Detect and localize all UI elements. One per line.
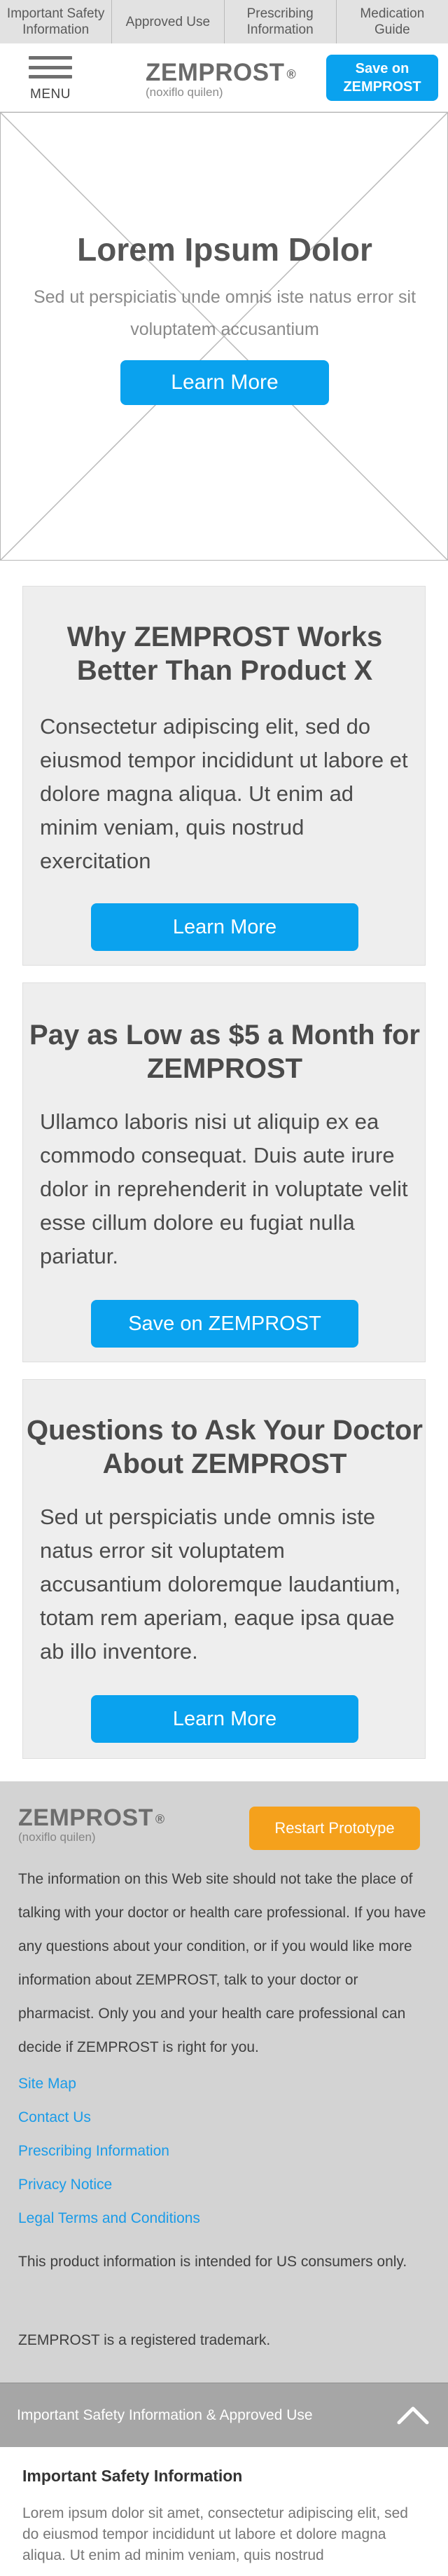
card-text: Consectetur adipiscing elit, sed do eius…	[40, 714, 408, 873]
nav-prescribing-information[interactable]: Prescribing Information	[225, 0, 337, 43]
card-title: Why ZEMPROST Works Better Than Product X	[66, 622, 383, 686]
chevron-up-icon[interactable]	[396, 2403, 430, 2425]
card-learn-more-button[interactable]: Learn More	[91, 903, 358, 951]
footer-link-legal-terms[interactable]: Legal Terms and Conditions	[18, 2210, 200, 2227]
footer-disclaimer: The information on this Web site should …	[18, 1871, 426, 2055]
site-header: MENU ZEMPROST ® (noxiflo quilen) Save on …	[0, 43, 448, 112]
card-title: Pay as Low as $5 a Month for ZEMPROST	[29, 1020, 420, 1084]
hero-title: Lorem Ipsum Dolor	[77, 231, 372, 268]
footer-brand-generic-name: (noxiflo quilen)	[18, 1830, 96, 1844]
footer-registered-mark: ®	[155, 1812, 165, 1826]
isi-panel: Important Safety Information Lorem ipsum…	[0, 2447, 448, 2576]
footer-brand-logo: ZEMPROST ® (noxiflo quilen)	[18, 1805, 165, 1844]
menu-label: MENU	[30, 87, 71, 102]
nav-approved-use[interactable]: Approved Use	[112, 0, 225, 43]
hero-learn-more-button[interactable]: Learn More	[120, 360, 329, 405]
footer-link-contact-us[interactable]: Contact Us	[18, 2109, 91, 2126]
footer-link-site-map[interactable]: Site Map	[18, 2076, 76, 2092]
hamburger-icon	[29, 53, 72, 81]
footer-brand-name: ZEMPROST	[18, 1804, 153, 1831]
hero-banner: Lorem Ipsum Dolor Sed ut perspiciatis un…	[0, 112, 448, 561]
brand-generic-name: (noxiflo quilen)	[146, 85, 223, 99]
nav-medication-guide[interactable]: Medication Guide	[337, 0, 448, 43]
footer-us-consumers-note: This product information is intended for…	[18, 2254, 407, 2270]
card-save-button[interactable]: Save on ZEMPROST	[91, 1300, 358, 1348]
card-text: Ullamco laboris nisi ut aliquip ex ea co…	[40, 1109, 408, 1268]
isi-bar-label: Important Safety Information & Approved …	[17, 2407, 313, 2423]
header-save-button[interactable]: Save on ZEMPROST	[326, 55, 438, 101]
card-title: Questions to Ask Your Doctor About ZEMPR…	[27, 1415, 423, 1479]
brand-name: ZEMPROST	[146, 59, 285, 86]
card-text: Sed ut perspiciatis unde omnis iste natu…	[40, 1505, 401, 1664]
card-learn-more-button[interactable]: Learn More	[91, 1695, 358, 1743]
top-utility-nav: Important Safety Information Approved Us…	[0, 0, 448, 43]
hero-text: Sed ut perspiciatis unde omnis iste natu…	[33, 287, 416, 339]
isi-title: Important Safety Information	[22, 2467, 243, 2485]
footer-trademark-note: ZEMPROST is a registered trademark.	[18, 2332, 271, 2348]
nav-important-safety-information[interactable]: Important Safety Information	[0, 0, 113, 43]
registered-mark: ®	[286, 67, 297, 81]
footer-link-privacy-notice[interactable]: Privacy Notice	[18, 2177, 112, 2193]
card-questions-for-doctor: Questions to Ask Your Doctor About ZEMPR…	[22, 1379, 426, 1759]
restart-prototype-button[interactable]: Restart Prototype	[249, 1807, 420, 1850]
footer-link-prescribing-information[interactable]: Prescribing Information	[18, 2143, 169, 2160]
card-why-zemprost: Why ZEMPROST Works Better Than Product X…	[22, 586, 426, 966]
menu-button[interactable]: MENU	[28, 53, 73, 104]
isi-text: Lorem ipsum dolor sit amet, consectetur …	[22, 2505, 408, 2563]
card-pay-as-low-as: Pay as Low as $5 a Month for ZEMPROST Ul…	[22, 982, 426, 1362]
isi-toggle-bar[interactable]: Important Safety Information & Approved …	[0, 2383, 448, 2447]
brand-logo[interactable]: ZEMPROST ® (noxiflo quilen)	[146, 60, 296, 100]
